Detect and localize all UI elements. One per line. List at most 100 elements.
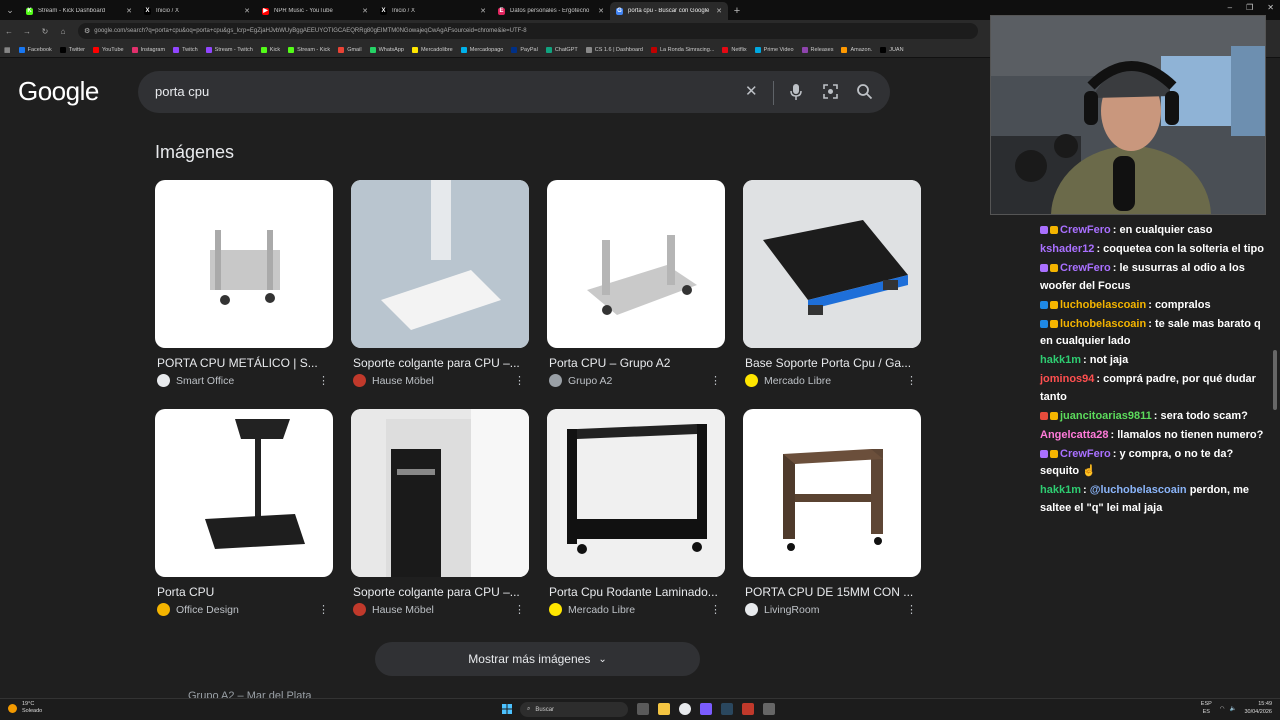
more-options-icon[interactable]: ⋮ [514,603,525,616]
more-options-icon[interactable]: ⋮ [318,603,329,616]
bookmark-item[interactable]: PayPal [511,46,538,53]
image-thumbnail[interactable] [743,409,921,577]
chat-username[interactable]: luchobelascoain [1060,299,1146,311]
volume-icon[interactable]: 🔈 [1230,706,1237,712]
chat-username[interactable]: CrewFero [1060,224,1111,236]
chat-username[interactable]: kshader12 [1040,243,1094,255]
bookmark-item[interactable]: ChatGPT [545,46,578,53]
image-thumbnail[interactable] [155,180,333,348]
bookmark-item[interactable]: Amazon. [841,46,872,53]
close-tab-icon[interactable]: ✕ [244,7,250,15]
weather-widget[interactable]: 19°C Soleado [8,701,42,715]
image-result-card[interactable]: Soporte colgante para CPU –... Hause Möbe… [351,180,529,387]
bookmark-item[interactable]: Stream - Twitch [205,46,253,53]
source-label[interactable]: Hause Möbel [372,604,434,616]
task-view-icon[interactable] [637,703,649,715]
source-label[interactable]: Office Design [176,604,239,616]
url-field[interactable]: ⚙ google.com/search?q=porta+cpu&oq=porta… [78,23,978,39]
bookmark-item[interactable]: La Ronda Simracing... [650,46,714,53]
maximize-icon[interactable]: ❐ [1246,3,1253,12]
more-options-icon[interactable]: ⋮ [318,374,329,387]
close-window-icon[interactable]: ✕ [1267,3,1274,12]
image-thumbnail[interactable] [547,180,725,348]
image-thumbnail[interactable] [155,409,333,577]
image-title[interactable]: Porta CPU – Grupo A2 [547,356,725,370]
source-label[interactable]: Grupo A2 [568,375,612,387]
windows-start-icon[interactable] [502,704,512,714]
lang-indicator[interactable]: ESP [1201,701,1212,707]
bookmark-item[interactable]: Netflix [722,46,747,53]
bookmark-item[interactable]: Twitter [59,46,85,53]
image-title[interactable]: Porta CPU [155,585,333,599]
browser-tab[interactable]: ▶ NPR Music - YouTube ✕ [256,2,374,20]
google-logo[interactable]: Google [18,76,99,107]
image-title[interactable]: Soporte colgante para CPU –... [351,585,529,599]
chat-username[interactable]: CrewFero [1060,262,1111,274]
clock[interactable]: 15:49 30/04/2026 [1244,701,1272,716]
source-label[interactable]: LivingRoom [764,604,819,616]
search-icon[interactable] [856,83,873,100]
page-scrollbar[interactable] [1272,60,1278,690]
apps-grid-icon[interactable]: ▦ [4,46,11,54]
obs-icon[interactable] [742,703,754,715]
wifi-icon[interactable]: ◠ [1220,706,1225,712]
bookmark-item[interactable]: Releases [801,46,833,53]
home-icon[interactable]: ⌂ [54,27,72,36]
browser-tab[interactable]: X Inicio / X ✕ [138,2,256,20]
chat-username[interactable]: hakk1m [1040,354,1081,366]
close-tab-icon[interactable]: ✕ [126,7,132,15]
search-box[interactable]: porta cpu ✕ [138,71,890,113]
image-title[interactable]: Soporte colgante para CPU –... [351,356,529,370]
lens-icon[interactable] [822,83,839,100]
image-result-card[interactable]: PORTA CPU METÁLICO | S... Smart Office ⋮ [155,180,333,387]
image-title[interactable]: Base Soporte Porta Cpu / Ga... [743,356,921,370]
more-options-icon[interactable]: ⋮ [906,603,917,616]
chat-username[interactable]: CrewFero [1060,448,1111,460]
minimize-icon[interactable]: – [1228,3,1232,12]
chrome-icon[interactable] [679,703,691,715]
bookmark-item[interactable]: YouTube [92,46,124,53]
chat-username[interactable]: Angelcatta28 [1040,429,1108,441]
bookmark-item[interactable]: Kick [260,46,280,53]
chat-username[interactable]: jominos94 [1040,373,1094,385]
more-options-icon[interactable]: ⋮ [906,374,917,387]
browser-tab[interactable]: E Datos personales - Ergotecno ✕ [492,2,610,20]
file-explorer-icon[interactable] [658,703,670,715]
more-options-icon[interactable]: ⋮ [710,374,721,387]
image-thumbnail[interactable] [351,180,529,348]
bookmark-item[interactable]: Instagram [131,46,165,53]
browser-tab[interactable]: X Inicio / X ✕ [374,2,492,20]
close-tab-icon[interactable]: ✕ [716,7,722,15]
image-result-card[interactable]: Porta CPU – Grupo A2 Grupo A2 ⋮ [547,180,725,387]
source-label[interactable]: Mercado Libre [568,604,635,616]
close-tab-icon[interactable]: ✕ [362,7,368,15]
search-input[interactable]: porta cpu [155,84,209,99]
taskbar-search[interactable]: ⌕ Buscar [520,702,628,717]
chat-mention[interactable]: @luchobelascoain [1090,484,1187,496]
image-result-card[interactable]: Porta Cpu Rodante Laminado... Mercado Lib… [547,409,725,616]
browser-tab[interactable]: K Stream - Kick Dashboard ✕ [20,2,138,20]
close-tab-icon[interactable]: ✕ [480,7,486,15]
image-title[interactable]: PORTA CPU METÁLICO | S... [155,356,333,370]
back-icon[interactable]: ← [0,27,18,36]
bookmark-item[interactable]: JUAN [880,46,904,53]
bookmark-item[interactable]: Twitch [173,46,198,53]
chat-username[interactable]: luchobelascoain [1060,318,1146,330]
show-more-images-button[interactable]: Mostrar más imágenes ⌄ [375,642,700,676]
image-result-card[interactable]: Porta CPU Office Design ⋮ [155,409,333,616]
reload-icon[interactable]: ↻ [36,27,54,36]
image-title[interactable]: Porta Cpu Rodante Laminado... [547,585,725,599]
image-result-card[interactable]: Soporte colgante para CPU –... Hause Möbe… [351,409,529,616]
image-title[interactable]: PORTA CPU DE 15MM CON ... [743,585,921,599]
bookmark-item[interactable]: Prime Video [754,46,794,53]
image-thumbnail[interactable] [743,180,921,348]
bookmark-item[interactable]: CS 1.6 | Dashboard [585,46,643,53]
image-thumbnail[interactable] [351,409,529,577]
microphone-icon[interactable] [789,83,803,101]
source-label[interactable]: Smart Office [176,375,234,387]
source-label[interactable]: Mercado Libre [764,375,831,387]
more-options-icon[interactable]: ⋮ [514,374,525,387]
steam-icon[interactable] [721,703,733,715]
chat-username[interactable]: hakk1m [1040,484,1081,496]
source-label[interactable]: Hause Möbel [372,375,434,387]
